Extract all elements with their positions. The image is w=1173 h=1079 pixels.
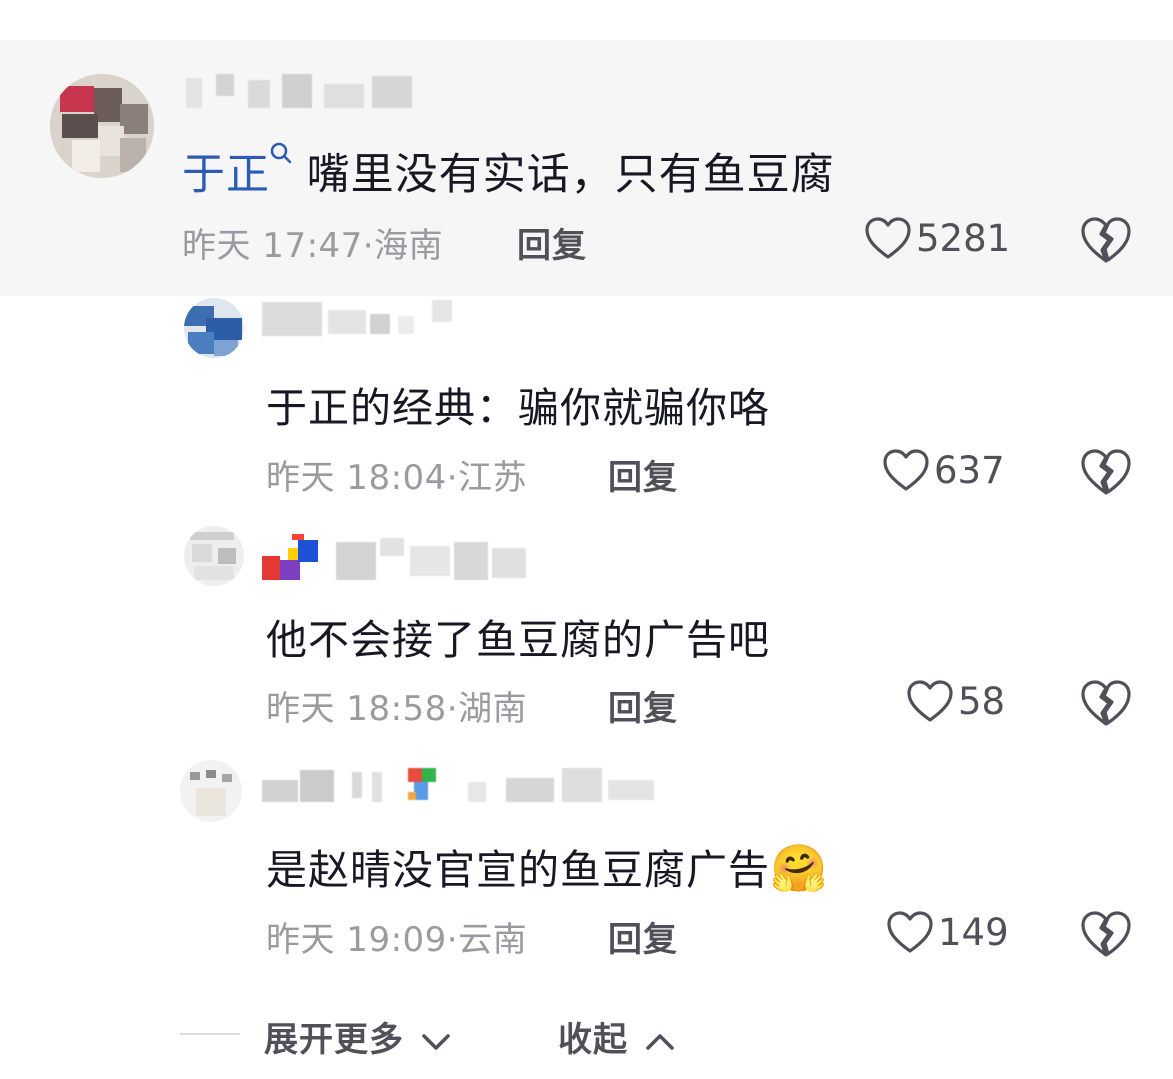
search-icon (270, 142, 292, 164)
comment-body: 是赵晴没官宣的鱼豆腐广告 (266, 846, 770, 894)
avatar-image (180, 760, 242, 822)
comment-time: 昨天 19:09 (266, 920, 447, 960)
mention-name[interactable]: 于正 (182, 150, 270, 200)
broken-heart-icon[interactable] (1080, 679, 1132, 727)
avatar-image (50, 74, 154, 178)
comment-time: 昨天 17:47 (182, 226, 363, 266)
chevron-down-icon (422, 1033, 450, 1050)
broken-heart-icon[interactable] (1080, 910, 1132, 958)
comment-text: 他不会接了鱼豆腐的广告吧 (266, 616, 770, 664)
collapse-label: 收起 (558, 1020, 628, 1060)
username-blurred[interactable] (336, 536, 530, 582)
comment-location: 云南 (458, 920, 528, 960)
like-button[interactable]: 58 (906, 679, 1005, 723)
reply-button[interactable]: 回复 (608, 450, 678, 499)
like-count: 58 (958, 679, 1006, 723)
username-blurred[interactable] (262, 766, 662, 806)
comment-location: 江苏 (458, 458, 528, 498)
broken-heart-icon[interactable] (1080, 216, 1132, 264)
username-blurred[interactable] (262, 300, 462, 338)
like-count: 637 (934, 448, 1005, 492)
comment-location: 湖南 (458, 689, 528, 729)
avatar[interactable] (184, 526, 244, 586)
comment-text: 于正 嘴里没有实话，只有鱼豆腐 (182, 140, 835, 202)
user-badge-icon (262, 534, 318, 580)
heart-icon (883, 449, 929, 491)
comment-text: 于正的经典：骗你就骗你咯 (266, 384, 770, 432)
avatar-image (184, 298, 244, 358)
comment-body: 嘴里没有实话，只有鱼豆腐 (306, 150, 835, 200)
hug-emoji: 🤗 (770, 841, 829, 895)
avatar[interactable] (180, 760, 242, 822)
like-count: 149 (938, 910, 1009, 954)
collapse-button[interactable]: 收起 (558, 1012, 675, 1061)
avatar[interactable] (184, 298, 244, 358)
avatar[interactable] (50, 74, 154, 178)
comment-meta: 昨天 17:47·海南 (182, 226, 444, 266)
broken-heart-icon[interactable] (1080, 448, 1132, 496)
like-button[interactable]: 149 (886, 910, 1009, 954)
comment-location: 海南 (374, 226, 444, 266)
reply-button[interactable]: 回复 (608, 681, 678, 730)
comment-time: 昨天 18:04 (266, 458, 447, 498)
expand-more-label: 展开更多 (264, 1020, 404, 1060)
like-button[interactable]: 637 (882, 448, 1005, 492)
username-blurred[interactable] (186, 74, 416, 110)
avatar-image (184, 526, 244, 586)
reply-button[interactable]: 回复 (608, 912, 678, 961)
comment-time: 昨天 18:58 (266, 689, 447, 729)
comment-text: 是赵晴没官宣的鱼豆腐广告🤗 (266, 836, 828, 896)
comment-meta: 昨天 18:58·湖南 (266, 689, 528, 729)
heart-icon (907, 680, 953, 722)
reply-button[interactable]: 回复 (517, 218, 587, 267)
like-count: 5281 (916, 216, 1011, 260)
divider-line (180, 1033, 240, 1035)
heart-icon (865, 217, 911, 259)
mention-link[interactable]: 于正 (182, 142, 307, 200)
comment-meta: 昨天 18:04·江苏 (266, 458, 528, 498)
chevron-up-icon (646, 1033, 674, 1050)
comment-meta: 昨天 19:09·云南 (266, 920, 528, 960)
like-button[interactable]: 5281 (864, 216, 1010, 260)
expand-more-button[interactable]: 展开更多 (264, 1012, 451, 1061)
heart-icon (887, 911, 933, 953)
